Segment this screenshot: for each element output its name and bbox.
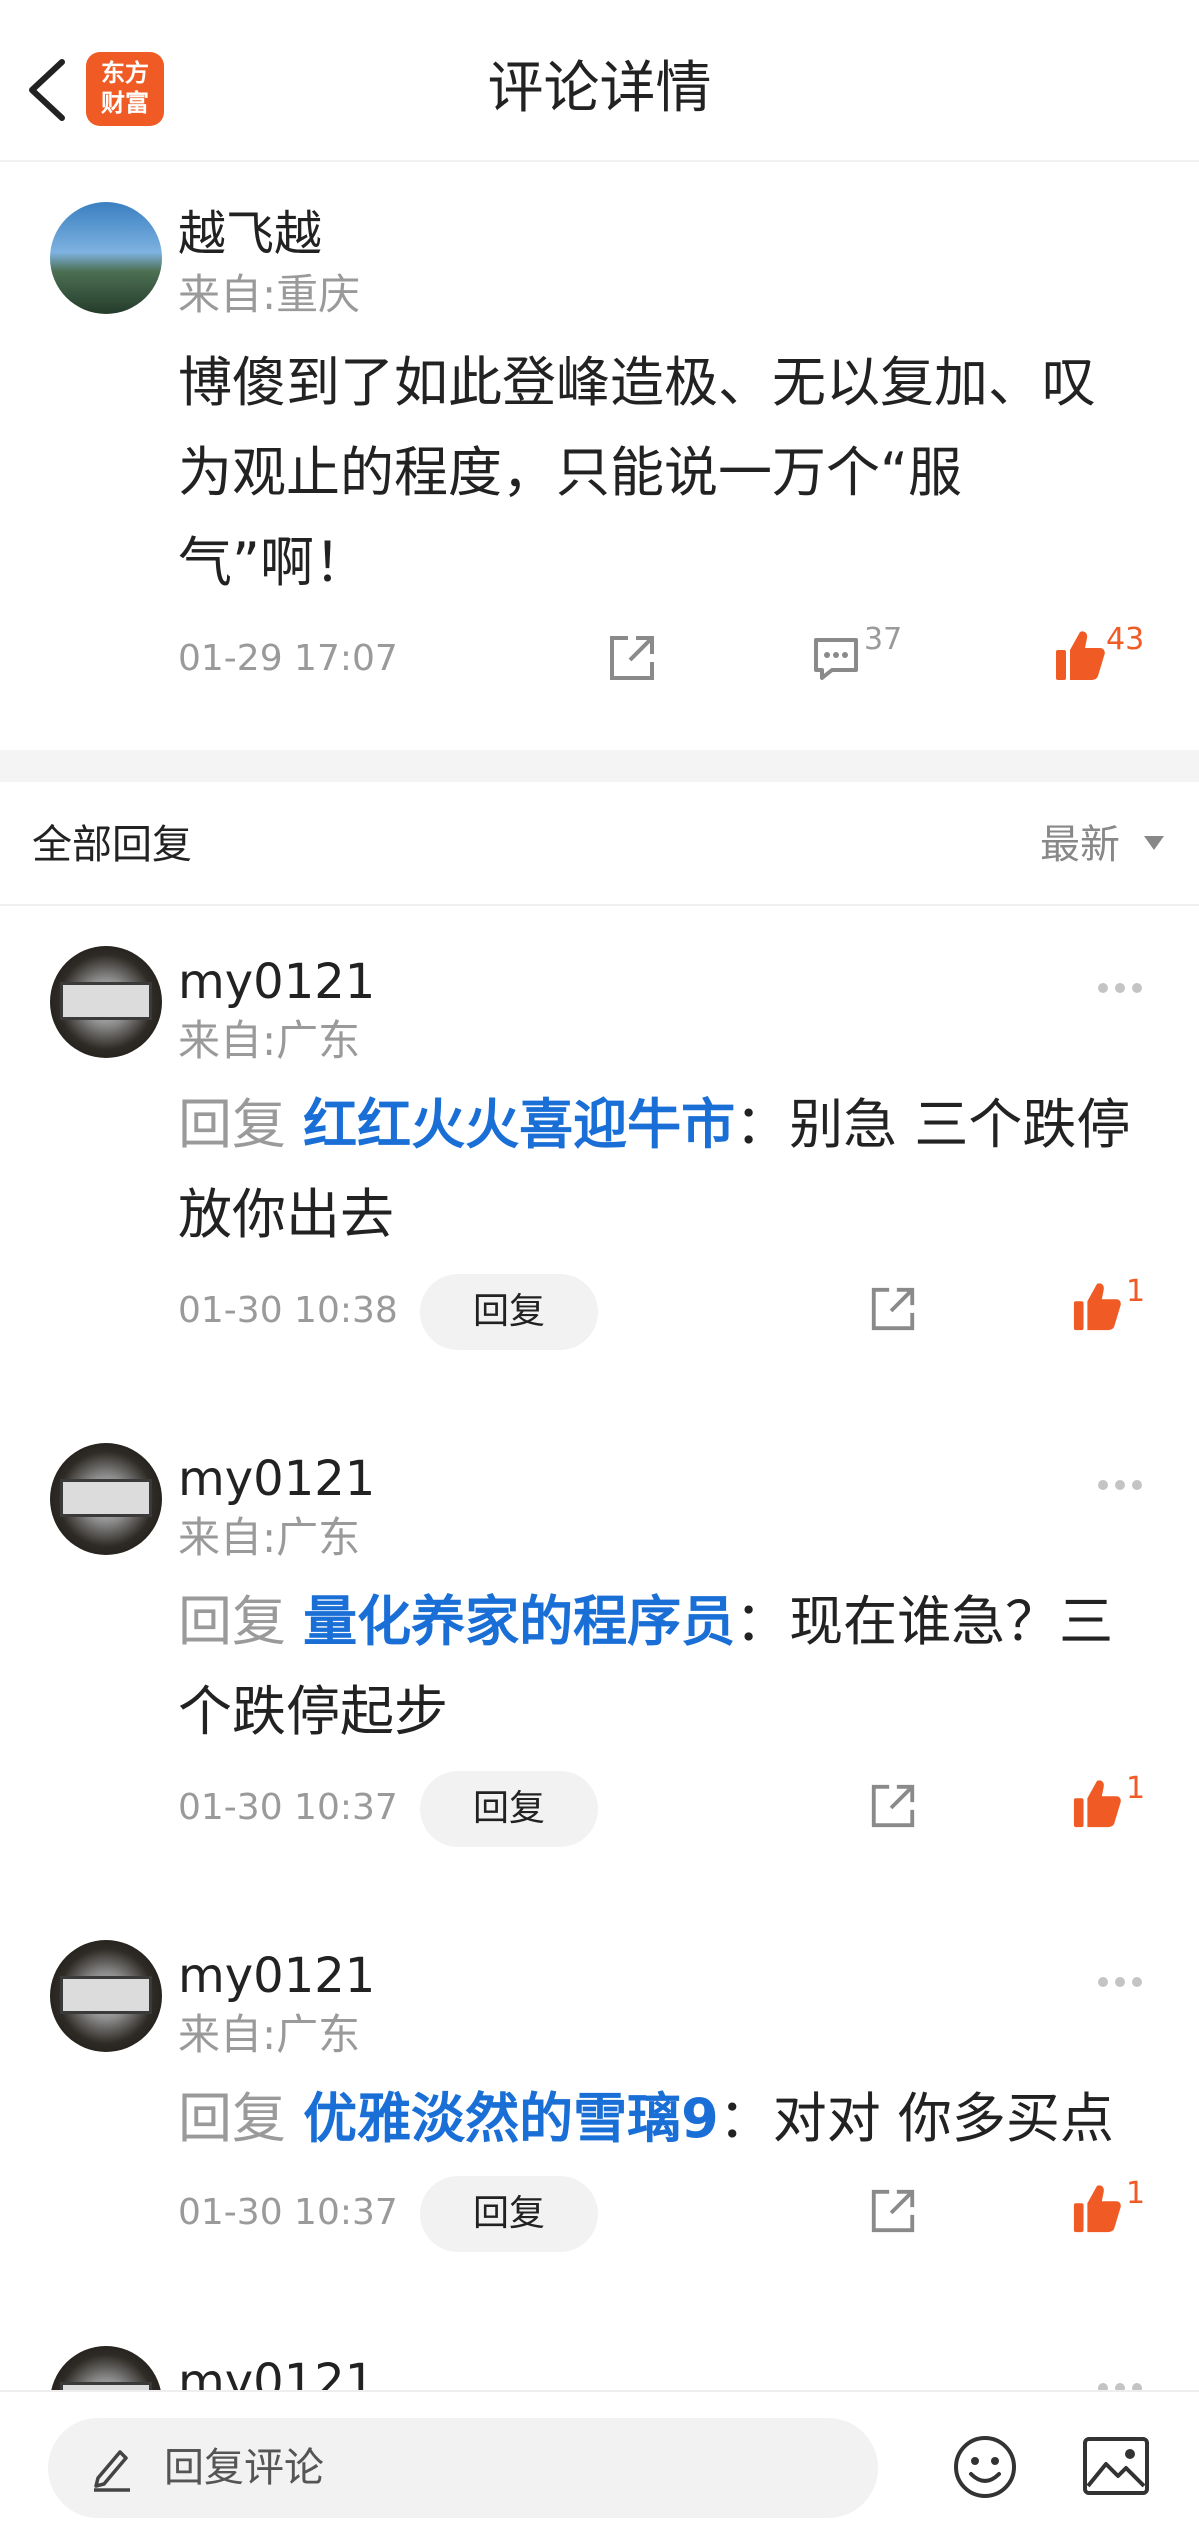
thumbs-up-icon[interactable] xyxy=(1072,1777,1122,1831)
comment-icon[interactable] xyxy=(810,632,862,684)
reply-time: 01-30 10:37 xyxy=(178,1787,398,1828)
reply-target-user[interactable]: 量化养家的程序员 xyxy=(303,1590,735,1653)
like-count: 1 xyxy=(1126,2176,1146,2211)
reply-item: my0121 xyxy=(0,2306,1199,2390)
reply-prefix: 回复 xyxy=(178,2087,304,2150)
avatar[interactable] xyxy=(50,1940,162,2052)
like-count: 1 xyxy=(1126,1771,1146,1806)
comment-time: 01-29 17:07 xyxy=(178,638,398,679)
divider xyxy=(0,750,1199,782)
share-icon[interactable] xyxy=(868,1284,918,1334)
author-name[interactable]: 越飞越 xyxy=(178,204,322,264)
more-dots-icon[interactable] xyxy=(1098,1972,1150,1988)
reply-text: 回复 红红火火喜迎牛市：别急 三个跌停放你出去 xyxy=(178,1080,1158,1260)
like-count: 43 xyxy=(1106,622,1145,657)
like-count: 1 xyxy=(1126,1274,1146,1309)
page-title: 评论详情 xyxy=(487,56,712,121)
reply-button[interactable]: 回复 xyxy=(420,1771,598,1847)
reply-button[interactable]: 回复 xyxy=(420,2176,598,2252)
reply-time: 01-30 10:37 xyxy=(178,2192,398,2233)
reply-target-user[interactable]: 红红火火喜迎牛市 xyxy=(303,1093,735,1156)
reply-button[interactable]: 回复 xyxy=(420,1274,598,1350)
back-button[interactable] xyxy=(20,50,80,130)
comment-text: 博傻到了如此登峰造极、无以复加、叹为观止的程度，只能说一万个“服气”啊！ xyxy=(178,351,1096,594)
more-dots-icon[interactable] xyxy=(1098,978,1150,994)
reply-text: 回复 优雅淡然的雪璃9：对对 你多买点 xyxy=(178,2074,1158,2164)
share-icon[interactable] xyxy=(868,1781,918,1831)
reply-comment-input[interactable]: 回复评论 xyxy=(48,2418,878,2518)
reply-item: my0121 来自:广东 回复 量化养家的程序员：现在谁急？三个跌停起步 01-… xyxy=(0,1403,1199,1900)
image-icon[interactable] xyxy=(1082,2436,1150,2496)
reply-prefix: 回复 xyxy=(178,1093,304,1156)
main-comment: 越飞越 来自:重庆 博傻到了如此登峰造极、无以复加、叹为观止的程度，只能说一万个… xyxy=(0,162,1199,750)
share-icon[interactable] xyxy=(868,2186,918,2236)
reply-prefix: 回复 xyxy=(178,1590,304,1653)
thumbs-up-icon[interactable] xyxy=(1072,2182,1122,2236)
author-name[interactable]: my0121 xyxy=(178,1449,375,1509)
reply-target-user[interactable]: 优雅淡然的雪璃9 xyxy=(303,2087,719,2150)
replies-header: 全部回复 最新 xyxy=(0,782,1199,906)
more-dots-icon[interactable] xyxy=(1098,1475,1150,1491)
avatar[interactable] xyxy=(50,1443,162,1555)
author-location: 来自:广东 xyxy=(178,1016,361,1065)
section-title: 全部回复 xyxy=(32,822,192,868)
share-icon[interactable] xyxy=(606,632,658,684)
thumbs-up-icon[interactable] xyxy=(1054,628,1106,684)
comment-count: 37 xyxy=(864,622,903,657)
sort-dropdown[interactable]: 最新 xyxy=(1040,818,1120,872)
author-name[interactable]: my0121 xyxy=(178,952,375,1012)
caret-down-icon xyxy=(1144,836,1164,850)
more-dots-icon[interactable] xyxy=(1098,2378,1150,2390)
emoji-icon[interactable] xyxy=(952,2434,1018,2500)
thumbs-up-icon[interactable] xyxy=(1072,1280,1122,1334)
pencil-icon xyxy=(94,2450,130,2492)
input-placeholder: 回复评论 xyxy=(164,2445,324,2491)
logo-line1: 东方 xyxy=(101,59,149,87)
app-logo[interactable]: 东方 财富 xyxy=(86,52,164,126)
bottom-bar: 回复评论 xyxy=(0,2390,1199,2537)
reply-item: my0121 来自:广东 回复 红红火火喜迎牛市：别急 三个跌停放你出去 01-… xyxy=(0,906,1199,1403)
header: 东方 财富 评论详情 xyxy=(0,0,1199,162)
reply-body: ：对对 你多买点 xyxy=(718,2087,1114,2150)
logo-line2: 财富 xyxy=(101,89,149,117)
reply-time: 01-30 10:38 xyxy=(178,1290,398,1331)
author-location: 来自:重庆 xyxy=(178,270,361,319)
avatar[interactable] xyxy=(50,946,162,1058)
author-name[interactable]: my0121 xyxy=(178,1946,375,2006)
reply-text: 回复 量化养家的程序员：现在谁急？三个跌停起步 xyxy=(178,1577,1158,1757)
reply-item: my0121 来自:广东 回复 优雅淡然的雪璃9：对对 你多买点 01-30 1… xyxy=(0,1900,1199,2306)
back-arrow-icon xyxy=(29,59,65,121)
avatar[interactable] xyxy=(50,2346,162,2390)
avatar[interactable] xyxy=(50,202,162,314)
author-location: 来自:广东 xyxy=(178,2010,361,2059)
author-name[interactable]: my0121 xyxy=(178,2352,375,2390)
author-location: 来自:广东 xyxy=(178,1513,361,1562)
